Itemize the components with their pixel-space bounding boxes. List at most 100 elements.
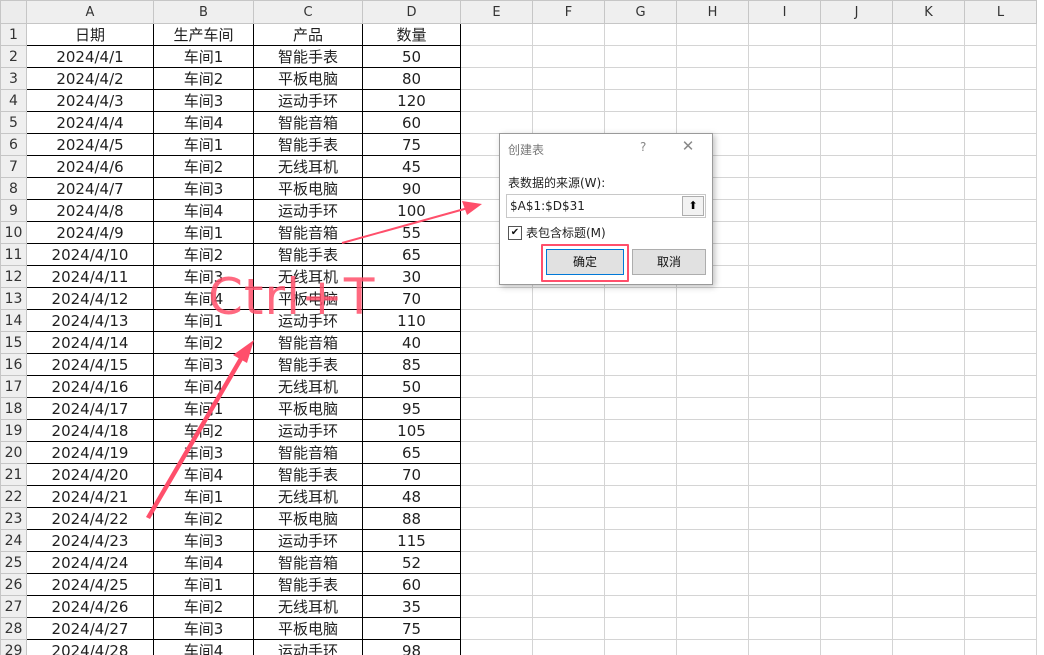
empty-cell[interactable] <box>892 23 965 46</box>
empty-cell[interactable] <box>892 45 965 68</box>
empty-cell[interactable] <box>820 155 893 178</box>
empty-cell[interactable] <box>820 441 893 464</box>
empty-cell[interactable] <box>532 485 605 508</box>
data-cell[interactable]: 120 <box>362 89 461 112</box>
row-header[interactable]: 21 <box>0 463 27 486</box>
data-cell[interactable]: 98 <box>362 639 461 655</box>
empty-cell[interactable] <box>604 397 677 420</box>
data-cell[interactable]: 2024/4/13 <box>26 309 154 332</box>
empty-cell[interactable] <box>892 331 965 354</box>
data-cell[interactable]: 2024/4/15 <box>26 353 154 376</box>
empty-cell[interactable] <box>532 595 605 618</box>
data-cell[interactable]: 智能手表 <box>253 45 363 68</box>
empty-cell[interactable] <box>532 639 605 655</box>
empty-cell[interactable] <box>460 639 533 655</box>
empty-cell[interactable] <box>676 573 749 596</box>
data-cell[interactable]: 运动手环 <box>253 309 363 332</box>
data-cell[interactable]: 2024/4/11 <box>26 265 154 288</box>
row-header[interactable]: 7 <box>0 155 27 178</box>
data-cell[interactable]: 智能手表 <box>253 573 363 596</box>
empty-cell[interactable] <box>604 353 677 376</box>
empty-cell[interactable] <box>820 199 893 222</box>
row-header[interactable]: 3 <box>0 67 27 90</box>
empty-cell[interactable] <box>604 287 677 310</box>
data-cell[interactable]: 2024/4/26 <box>26 595 154 618</box>
empty-cell[interactable] <box>820 463 893 486</box>
empty-cell[interactable] <box>532 375 605 398</box>
empty-cell[interactable] <box>676 617 749 640</box>
data-cell[interactable]: 无线耳机 <box>253 595 363 618</box>
empty-cell[interactable] <box>820 133 893 156</box>
empty-cell[interactable] <box>892 397 965 420</box>
empty-cell[interactable] <box>964 353 1037 376</box>
empty-cell[interactable] <box>532 441 605 464</box>
data-cell[interactable]: 55 <box>362 221 461 244</box>
empty-cell[interactable] <box>748 309 821 332</box>
data-cell[interactable]: 52 <box>362 551 461 574</box>
data-cell[interactable]: 35 <box>362 595 461 618</box>
empty-cell[interactable] <box>964 133 1037 156</box>
data-cell[interactable]: 65 <box>362 243 461 266</box>
data-cell[interactable]: 2024/4/10 <box>26 243 154 266</box>
data-cell[interactable]: 2024/4/16 <box>26 375 154 398</box>
empty-cell[interactable] <box>748 331 821 354</box>
data-cell[interactable]: 车间3 <box>153 529 254 552</box>
data-cell[interactable]: 45 <box>362 155 461 178</box>
data-cell[interactable]: 80 <box>362 67 461 90</box>
empty-cell[interactable] <box>532 463 605 486</box>
empty-cell[interactable] <box>820 397 893 420</box>
empty-cell[interactable] <box>460 463 533 486</box>
data-cell[interactable]: 2024/4/5 <box>26 133 154 156</box>
empty-cell[interactable] <box>460 353 533 376</box>
data-cell[interactable]: 车间1 <box>153 485 254 508</box>
column-header-b[interactable]: B <box>153 0 254 24</box>
column-header-d[interactable]: D <box>362 0 461 24</box>
empty-cell[interactable] <box>460 23 533 46</box>
empty-cell[interactable] <box>460 397 533 420</box>
header-cell[interactable]: 数量 <box>362 23 461 46</box>
row-header[interactable]: 9 <box>0 199 27 222</box>
empty-cell[interactable] <box>460 507 533 530</box>
empty-cell[interactable] <box>748 639 821 655</box>
empty-cell[interactable] <box>676 397 749 420</box>
empty-cell[interactable] <box>676 595 749 618</box>
data-cell[interactable]: 2024/4/22 <box>26 507 154 530</box>
empty-cell[interactable] <box>604 463 677 486</box>
empty-cell[interactable] <box>892 221 965 244</box>
data-cell[interactable]: 车间2 <box>153 155 254 178</box>
header-cell[interactable]: 日期 <box>26 23 154 46</box>
data-cell[interactable]: 95 <box>362 397 461 420</box>
data-cell[interactable]: 平板电脑 <box>253 397 363 420</box>
empty-cell[interactable] <box>604 67 677 90</box>
empty-cell[interactable] <box>964 243 1037 266</box>
row-header[interactable]: 5 <box>0 111 27 134</box>
data-cell[interactable]: 智能音箱 <box>253 331 363 354</box>
empty-cell[interactable] <box>748 111 821 134</box>
data-cell[interactable]: 智能音箱 <box>253 221 363 244</box>
data-cell[interactable]: 车间1 <box>153 45 254 68</box>
data-cell[interactable]: 2024/4/1 <box>26 45 154 68</box>
empty-cell[interactable] <box>964 463 1037 486</box>
row-header[interactable]: 23 <box>0 507 27 530</box>
empty-cell[interactable] <box>676 529 749 552</box>
data-cell[interactable]: 50 <box>362 375 461 398</box>
data-cell[interactable]: 2024/4/7 <box>26 177 154 200</box>
empty-cell[interactable] <box>820 573 893 596</box>
data-cell[interactable]: 车间2 <box>153 331 254 354</box>
empty-cell[interactable] <box>532 419 605 442</box>
data-cell[interactable]: 50 <box>362 45 461 68</box>
empty-cell[interactable] <box>892 155 965 178</box>
row-header[interactable]: 13 <box>0 287 27 310</box>
data-cell[interactable]: 平板电脑 <box>253 67 363 90</box>
data-cell[interactable]: 车间3 <box>153 89 254 112</box>
row-header[interactable]: 20 <box>0 441 27 464</box>
empty-cell[interactable] <box>820 67 893 90</box>
empty-cell[interactable] <box>820 595 893 618</box>
empty-cell[interactable] <box>964 595 1037 618</box>
empty-cell[interactable] <box>964 155 1037 178</box>
empty-cell[interactable] <box>820 265 893 288</box>
data-cell[interactable]: 100 <box>362 199 461 222</box>
row-header[interactable]: 10 <box>0 221 27 244</box>
data-cell[interactable]: 无线耳机 <box>253 375 363 398</box>
empty-cell[interactable] <box>604 441 677 464</box>
